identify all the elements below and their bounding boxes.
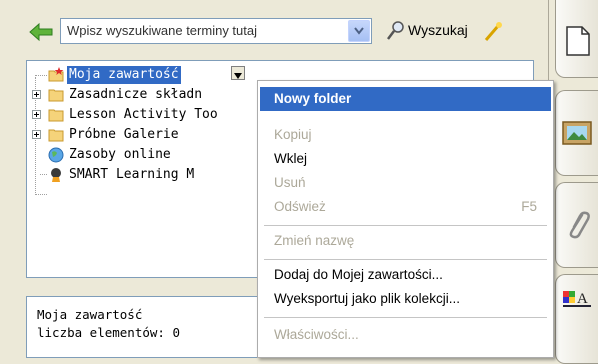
- tree-item-moja-zawartosc[interactable]: Moja zawartość: [29, 66, 259, 84]
- tree-item-label: Zasoby online: [69, 147, 171, 162]
- search-dropdown-button[interactable]: [348, 20, 370, 42]
- item-menu-arrow-button[interactable]: [231, 66, 245, 80]
- menu-item-wklej[interactable]: Wklej: [260, 147, 551, 171]
- tree-item-label: Zasadnicze składn: [69, 87, 203, 102]
- menu-item-usun[interactable]: Usuń: [260, 171, 551, 195]
- tree-item-zasadnicze[interactable]: Zasadnicze składn: [29, 86, 259, 104]
- tree-item-label: Moja zawartość: [67, 66, 181, 84]
- caret-down-icon: [234, 73, 242, 79]
- page-sorter-icon: [566, 26, 590, 56]
- menu-item-nowy-folder[interactable]: Nowy folder: [260, 87, 551, 111]
- search-button-label: Wyszukaj: [408, 22, 468, 38]
- menu-item-label: Zmień nazwę: [274, 233, 355, 248]
- folder-icon: [48, 109, 64, 122]
- tree-item-label: Próbne Galerie: [69, 127, 179, 142]
- expand-plus-icon[interactable]: [32, 130, 41, 139]
- tree-item-probne-galerie[interactable]: Próbne Galerie: [29, 126, 259, 144]
- magnifier-icon: [387, 21, 404, 40]
- status-folder-name: Moja zawartość: [37, 307, 143, 322]
- menu-item-label: Kopiuj: [274, 127, 312, 142]
- smart-learning-icon: [51, 168, 61, 182]
- tab-attachments[interactable]: [555, 182, 598, 268]
- menu-item-kopiuj[interactable]: Kopiuj: [260, 123, 551, 147]
- globe-icon: [48, 147, 64, 163]
- menu-item-wyeksportuj[interactable]: Wyeksportuj jako plik kolekcji...: [260, 287, 551, 311]
- svg-text:A: A: [577, 291, 588, 307]
- status-item-count: liczba elementów: 0: [37, 325, 180, 340]
- tab-page-sorter[interactable]: [555, 0, 598, 78]
- search-placeholder: Wpisz wyszukiwane terminy tutaj: [67, 23, 257, 38]
- menu-item-wlasciwosci[interactable]: Właściwości...: [260, 323, 551, 347]
- tree-item-label: Lesson Activity Too: [69, 107, 218, 122]
- tree-item-label: SMART Learning M: [69, 167, 195, 182]
- side-tab-bar: A: [548, 0, 598, 364]
- properties-icon: A: [563, 291, 591, 307]
- search-button[interactable]: Wyszukaj: [384, 18, 534, 44]
- menu-item-odswiez[interactable]: Odśwież F5: [260, 195, 551, 219]
- folder-icon: [48, 89, 64, 102]
- menu-separator: [264, 317, 547, 318]
- tree-item-lesson-activity[interactable]: Lesson Activity Too: [29, 106, 259, 124]
- menu-item-label: Nowy folder: [274, 91, 352, 106]
- menu-separator: [264, 225, 547, 226]
- menu-item-label: Wyeksportuj jako plik kolekcji...: [274, 291, 460, 306]
- menu-item-zmien-nazwe[interactable]: Zmień nazwę: [260, 229, 551, 253]
- gallery-icon: [562, 121, 592, 145]
- menu-item-label: Dodaj do Mojej zawartości...: [274, 267, 443, 282]
- tree-item-smart-learning[interactable]: SMART Learning M: [29, 166, 259, 184]
- folder-icon: [48, 129, 64, 142]
- tab-properties[interactable]: A: [555, 274, 598, 364]
- menu-item-label: Odśwież: [274, 199, 326, 214]
- menu-separator: [264, 259, 547, 260]
- tree-line: [35, 194, 47, 195]
- menu-item-label: Właściwości...: [274, 327, 359, 342]
- paperclip-icon: [569, 211, 590, 239]
- expand-plus-icon[interactable]: [32, 110, 41, 119]
- expand-plus-icon[interactable]: [32, 90, 41, 99]
- menu-item-label: Wklej: [274, 151, 307, 166]
- menu-item-label: Usuń: [274, 175, 306, 190]
- folder-star-icon: [48, 67, 64, 82]
- magic-wand-icon: [484, 22, 502, 41]
- search-input[interactable]: Wpisz wyszukiwane terminy tutaj: [60, 18, 372, 44]
- tree-item-zasoby-online[interactable]: Zasoby online: [29, 146, 259, 164]
- menu-item-dodaj-do-mojej-zawartosci[interactable]: Dodaj do Mojej zawartości...: [260, 263, 551, 287]
- menu-item-shortcut: F5: [521, 199, 537, 214]
- back-arrow-icon[interactable]: [28, 22, 54, 42]
- tab-gallery[interactable]: [555, 90, 598, 176]
- chevron-down-icon: [354, 27, 364, 35]
- context-menu: Nowy folder Kopiuj Wklej Usuń Odśwież F5…: [257, 80, 554, 358]
